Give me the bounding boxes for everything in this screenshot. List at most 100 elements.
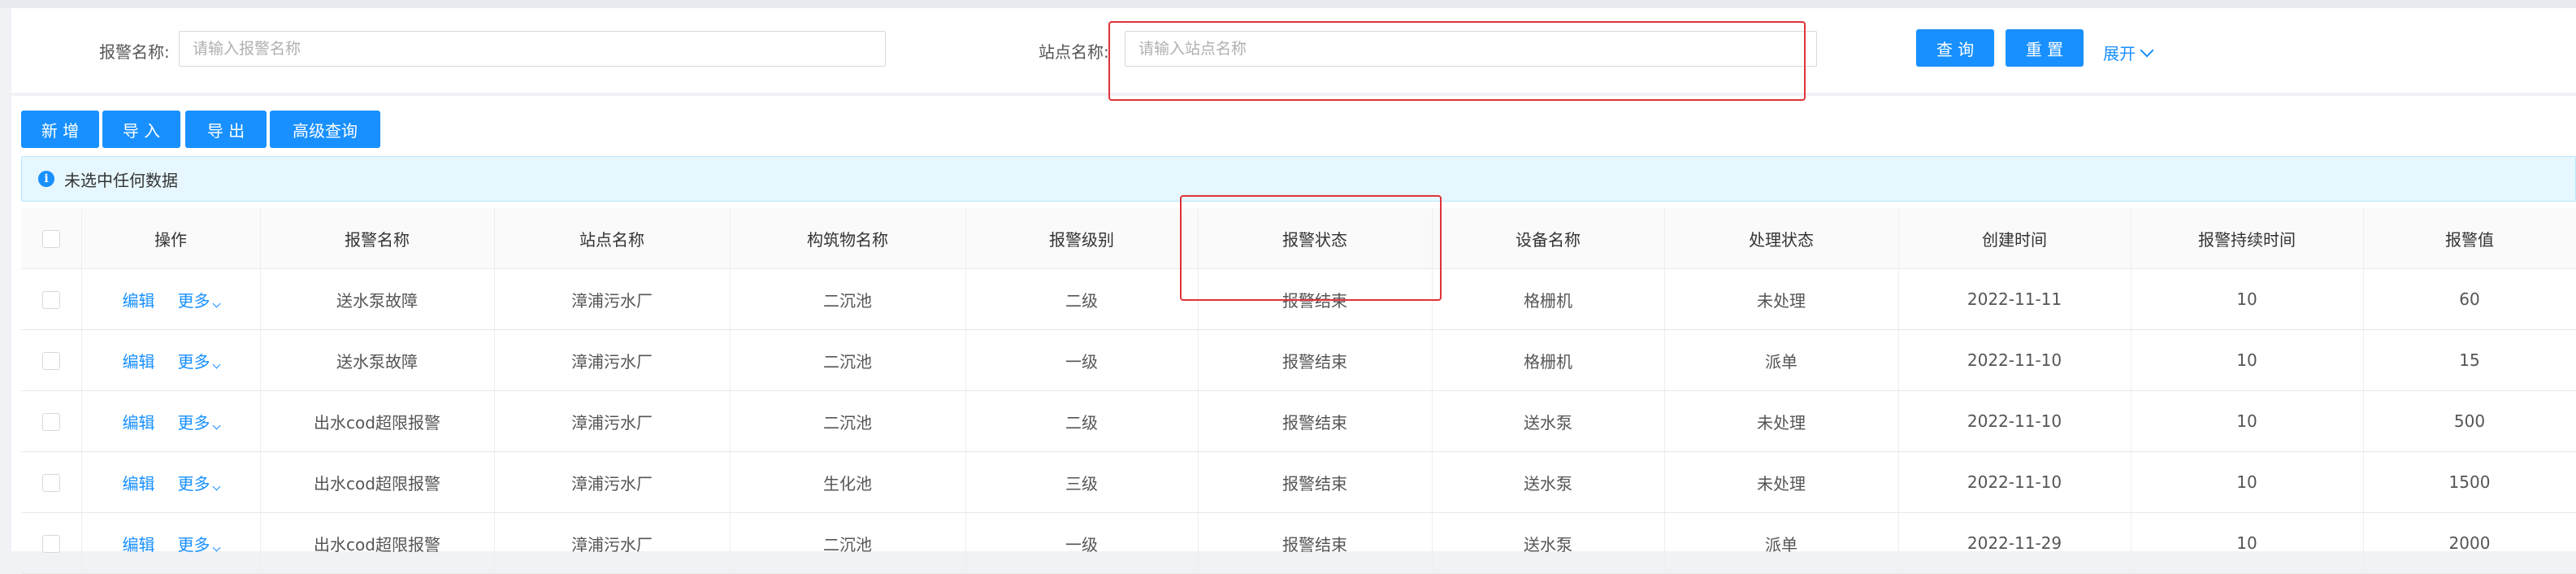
more-label: 更多 <box>177 351 210 372</box>
row-select-cell <box>21 390 82 452</box>
site-name-highlight-box <box>1108 21 1806 101</box>
row-checkbox[interactable] <box>41 291 60 310</box>
table-cell: 二沉池 <box>730 512 966 574</box>
selection-info-text: 未选中任何数据 <box>64 170 178 190</box>
import-button[interactable]: 导 入 <box>102 111 180 148</box>
more-dropdown[interactable]: 更多 <box>177 288 220 311</box>
column-header: 报警值 <box>2363 208 2576 269</box>
chevron-down-icon <box>212 482 220 490</box>
table-cell: 漳浦污水厂 <box>494 268 731 330</box>
table-row: 编辑 更多 出水cod超限报警 漳浦污水厂 生化池 三级 报警结束 送水泵 未处理 2022-11… <box>21 451 2576 513</box>
table-cell: 二级 <box>965 268 1199 330</box>
alarm-name-label: 报警名称: <box>99 42 170 62</box>
table-cell: 10 <box>2131 451 2364 513</box>
table-cell: 二沉池 <box>730 268 966 330</box>
alarm-status-highlight-box <box>1180 195 1442 301</box>
table-cell: 10 <box>2131 390 2364 452</box>
more-dropdown[interactable]: 更多 <box>177 410 220 433</box>
chevron-down-icon <box>2140 43 2154 57</box>
table-cell: 出水cod超限报警 <box>260 390 495 452</box>
table-cell: 一级 <box>965 329 1199 391</box>
edit-link[interactable]: 编辑 <box>123 349 155 372</box>
column-header: 处理状态 <box>1664 208 1899 269</box>
select-all-checkbox[interactable] <box>41 230 60 249</box>
row-select-cell <box>21 268 82 330</box>
row-checkbox[interactable] <box>41 535 60 554</box>
more-label: 更多 <box>177 290 210 311</box>
table-row: 编辑 更多 送水泵故障 漳浦污水厂 二沉池 一级 报警结束 格栅机 派单 2022-11-10 10… <box>21 329 2576 391</box>
table-cell: 三级 <box>965 451 1199 513</box>
table-cell: 60 <box>2363 268 2576 330</box>
select-all-cell <box>21 208 82 269</box>
edit-link[interactable]: 编辑 <box>123 471 155 494</box>
table-cell: 出水cod超限报警 <box>260 512 495 574</box>
edit-link[interactable]: 编辑 <box>123 410 155 433</box>
table-cell: 二级 <box>965 390 1199 452</box>
row-checkbox[interactable] <box>41 413 60 432</box>
export-button[interactable]: 导 出 <box>185 111 267 148</box>
table-row: 编辑 更多 出水cod超限报警 漳浦污水厂 二沉池 二级 报警结束 送水泵 未处理 2022-11… <box>21 390 2576 452</box>
table-cell: 漳浦污水厂 <box>494 512 731 574</box>
table-cell: 2022-11-10 <box>1898 390 2131 452</box>
content-area: 新 增 导 入 导 出 高级查询 i 未选中任何数据 操作 报警名称 站点名称 … <box>11 96 2576 574</box>
actions-cell: 编辑 更多 <box>81 512 261 574</box>
table-cell: 送水泵 <box>1432 451 1665 513</box>
table-cell: 送水泵 <box>1432 390 1665 452</box>
edit-link[interactable]: 编辑 <box>123 288 155 311</box>
more-dropdown[interactable]: 更多 <box>178 532 220 555</box>
table-cell: 送水泵 <box>1432 512 1665 574</box>
reset-button[interactable]: 重 置 <box>2006 29 2084 67</box>
column-header: 设备名称 <box>1432 208 1665 269</box>
table-cell: 2022-11-10 <box>1898 451 2131 513</box>
chevron-down-icon <box>212 360 220 368</box>
table-row: 编辑 更多 出水cod超限报警 漳浦污水厂 二沉池 一级 报警结束 送水泵 派单 2022-11-… <box>21 512 2576 574</box>
actions-cell: 编辑 更多 <box>81 329 261 391</box>
table-cell: 送水泵故障 <box>260 268 495 330</box>
add-button[interactable]: 新 增 <box>21 111 99 148</box>
table-cell: 2022-11-10 <box>1898 329 2131 391</box>
chevron-down-icon <box>212 421 220 429</box>
table-cell: 2022-11-11 <box>1898 268 2131 330</box>
alarm-name-input[interactable] <box>179 31 886 67</box>
table-cell: 2022-11-29 <box>1898 512 2131 574</box>
table-cell: 报警结束 <box>1198 329 1433 391</box>
info-icon: i <box>38 171 54 187</box>
more-label: 更多 <box>177 412 210 433</box>
row-checkbox[interactable] <box>41 352 60 371</box>
table-cell: 未处理 <box>1664 451 1899 513</box>
more-dropdown[interactable]: 更多 <box>177 471 220 494</box>
table-cell: 10 <box>2131 268 2364 330</box>
table-cell: 漳浦污水厂 <box>494 390 731 452</box>
expand-link[interactable]: 展开 <box>2103 41 2154 64</box>
table-cell: 生化池 <box>730 451 966 513</box>
column-header: 创建时间 <box>1898 208 2131 269</box>
column-header: 报警级别 <box>965 208 1199 269</box>
table-cell: 漳浦污水厂 <box>494 329 731 391</box>
table-cell: 1500 <box>2363 451 2576 513</box>
advanced-query-button[interactable]: 高级查询 <box>270 111 380 148</box>
table-cell: 二沉池 <box>730 390 966 452</box>
table-cell: 未处理 <box>1664 390 1899 452</box>
actions-cell: 编辑 更多 <box>81 451 261 513</box>
table-cell: 报警结束 <box>1198 451 1433 513</box>
more-dropdown[interactable]: 更多 <box>177 349 220 372</box>
column-header: 站点名称 <box>494 208 731 269</box>
edit-link[interactable]: 编辑 <box>123 532 155 555</box>
table-cell: 500 <box>2363 390 2576 452</box>
table-cell: 二沉池 <box>730 329 966 391</box>
table-body: 编辑 更多 送水泵故障 漳浦污水厂 二沉池 二级 报警结束 格栅机 未处理 2022-11-11 1… <box>21 268 2576 574</box>
table-cell: 送水泵故障 <box>260 329 495 391</box>
table-cell: 漳浦污水厂 <box>494 451 731 513</box>
table-cell: 格栅机 <box>1432 329 1665 391</box>
column-header: 报警名称 <box>260 208 495 269</box>
more-label: 更多 <box>177 473 210 494</box>
actions-cell: 编辑 更多 <box>81 268 261 330</box>
table-cell: 派单 <box>1664 512 1899 574</box>
query-button[interactable]: 查 询 <box>1916 29 1994 67</box>
row-select-cell <box>21 451 82 513</box>
chevron-down-icon <box>212 299 220 307</box>
row-checkbox[interactable] <box>41 474 60 493</box>
table-cell: 一级 <box>965 512 1199 574</box>
column-header: 操作 <box>81 208 261 269</box>
expand-label: 展开 <box>2103 44 2136 63</box>
